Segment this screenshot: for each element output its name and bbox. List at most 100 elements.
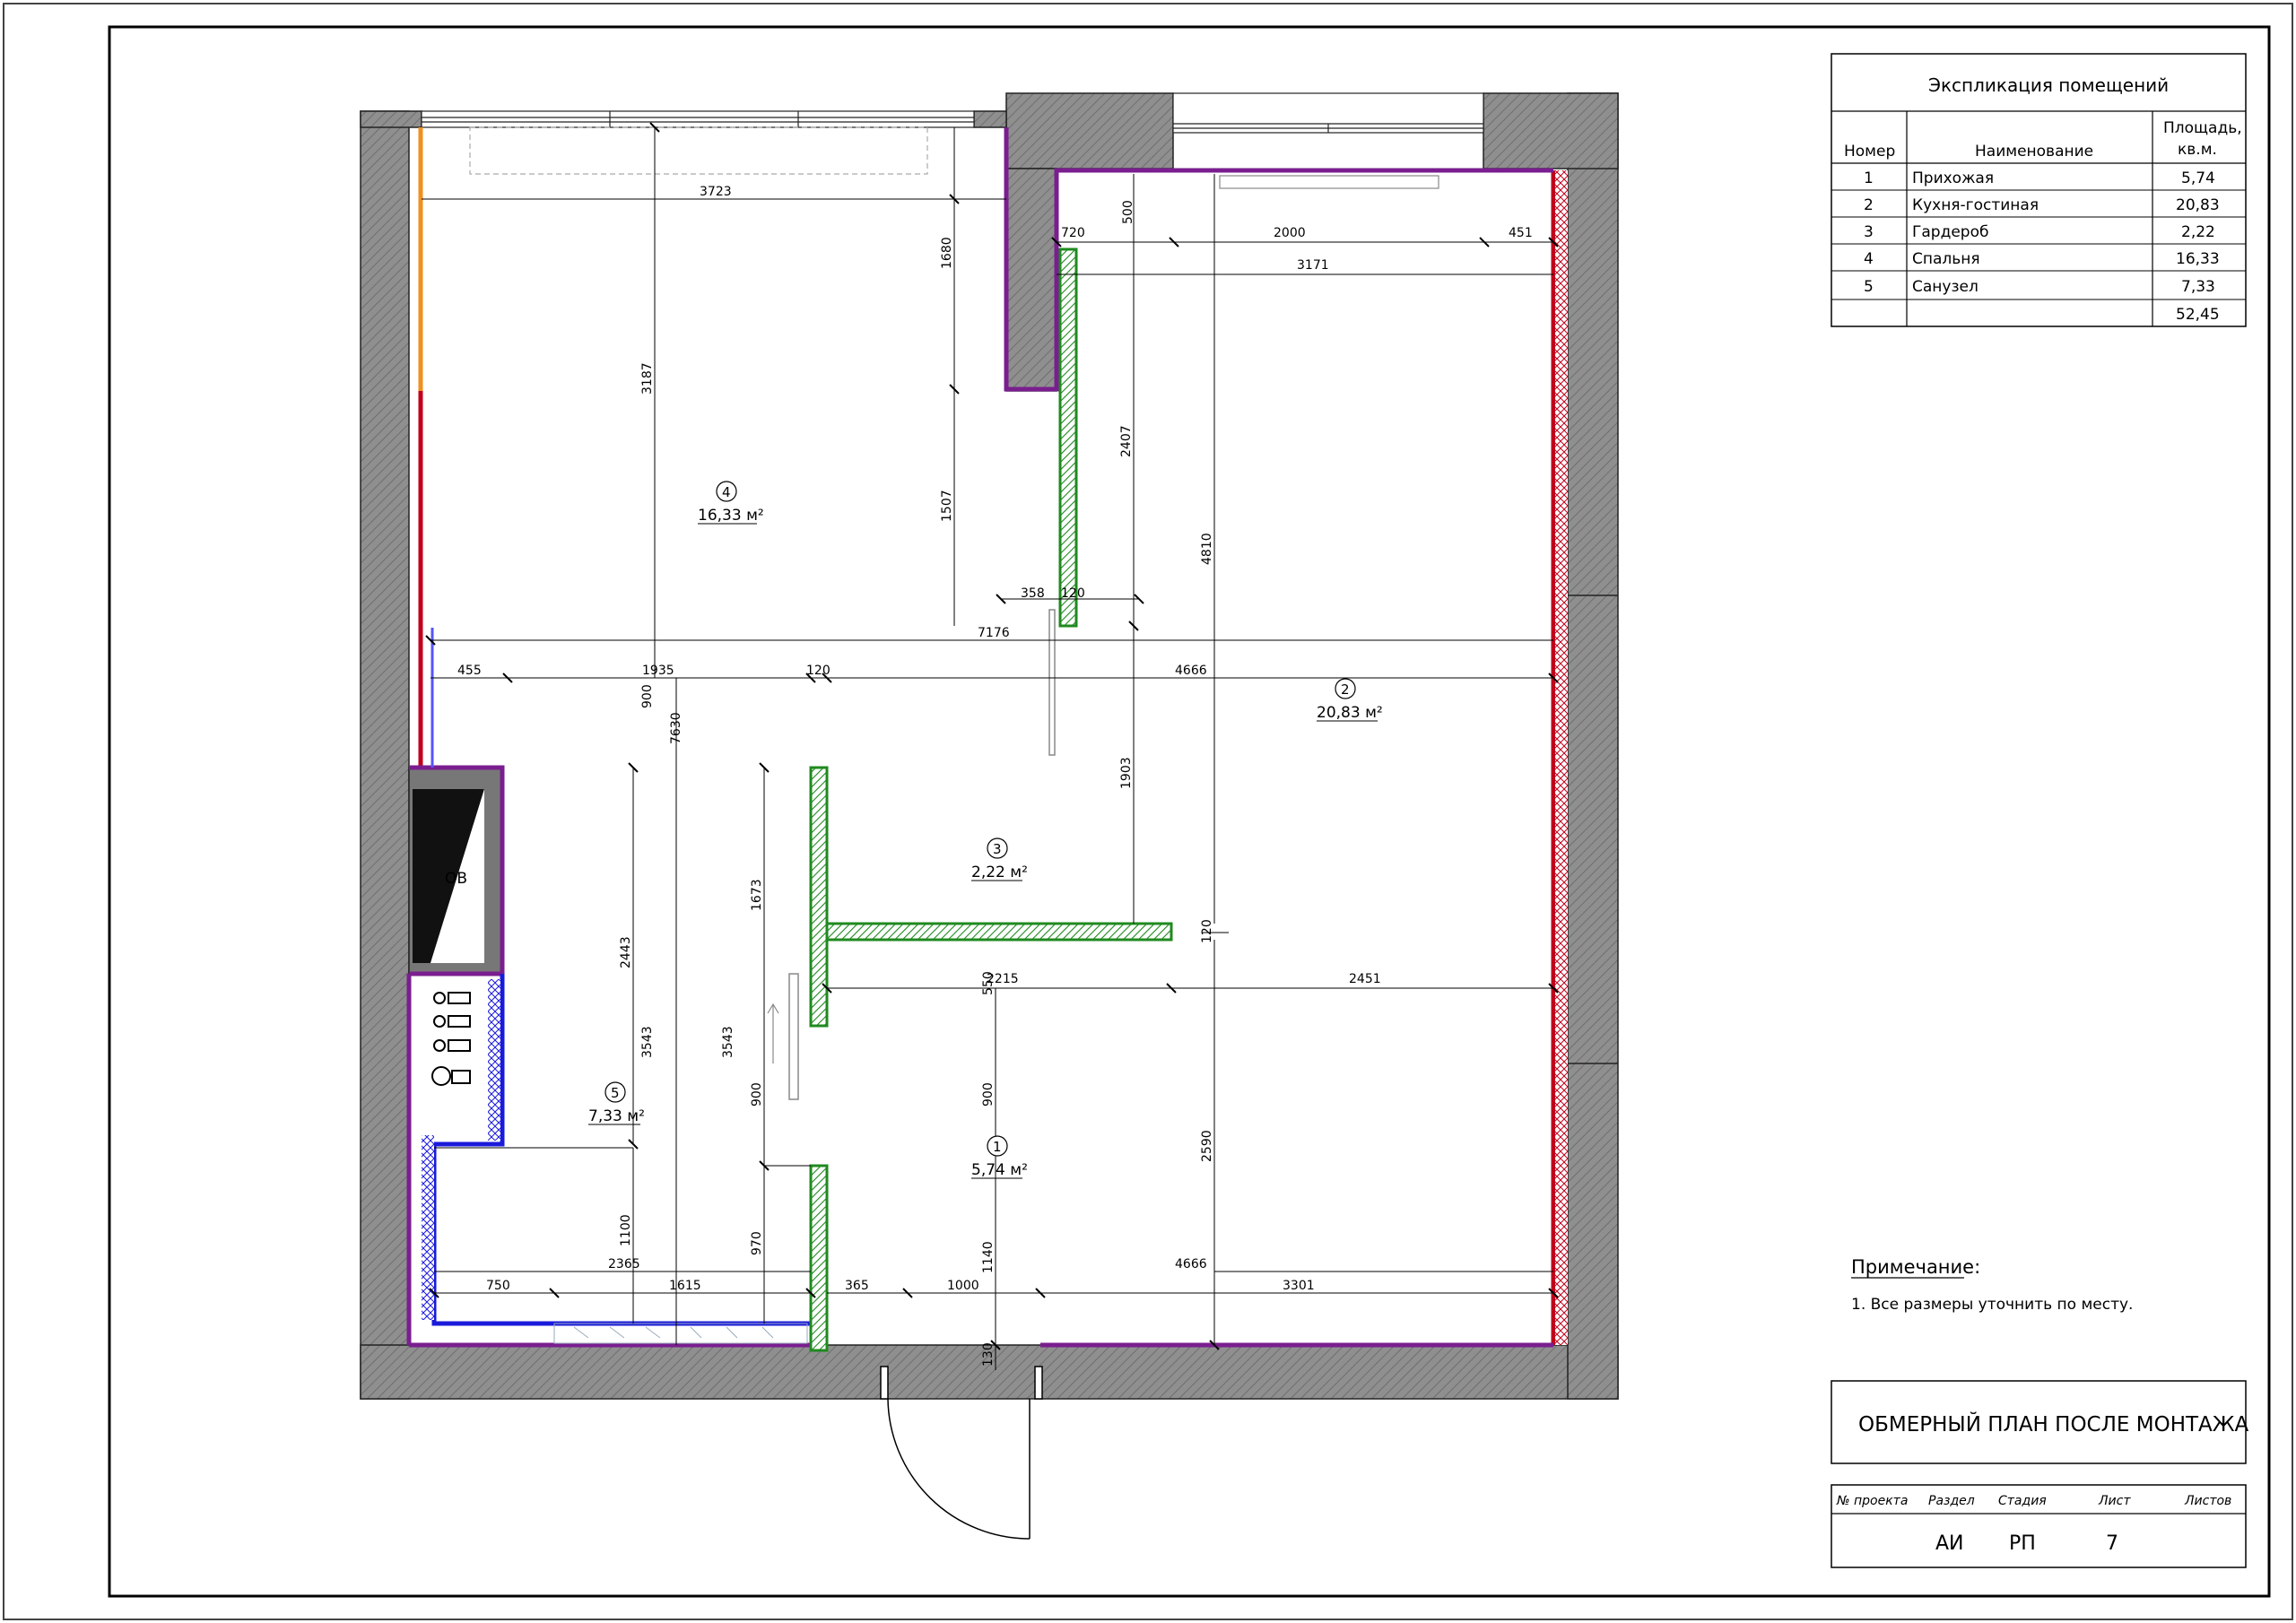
dim-2215: 2215 [987,972,1019,986]
room-4-number: 4 [722,484,731,500]
blue-tile-strip [488,979,500,1141]
drawing-title: ОБМЕРНЫЙ ПЛАН ПОСЛЕ МОНТАЖА [1858,1411,2249,1436]
note-block: Примечание: 1. Все размеры уточнить по м… [1851,1256,2133,1314]
room-marker-3: 3 2,22 м² [971,838,1028,881]
dim-1140: 1140 [981,1241,996,1273]
dim-4810: 4810 [1200,533,1214,565]
dim-7630: 7630 [669,712,683,744]
row-1-number: 1 [1864,169,1874,187]
dim-120-mid: 120 [806,664,831,678]
floor-plan-sheet: ОВ 3723 720 2000 451 3171 500 1680 3187 … [3,3,2293,1620]
row-4-number: 4 [1864,250,1874,268]
row-2-number: 2 [1864,196,1874,214]
direction-arrow-icon [767,1002,779,1063]
row-3-name: Гардероб [1912,223,1988,241]
bottom-storage [553,1323,808,1344]
row-5-area: 7,33 [2181,278,2215,296]
dim-358: 358 [1021,586,1045,601]
room-marker-2: 2 20,83 м² [1317,678,1383,722]
dim-750: 750 [486,1279,510,1293]
row-5-number: 5 [1864,278,1874,296]
external-walls [360,92,1619,1400]
header-number: Номер [1844,143,1895,161]
dim-3187: 3187 [640,362,655,395]
stamp-value-sheet: 7 [2106,1532,2118,1555]
room-5-number: 5 [611,1085,620,1101]
dim-455: 455 [457,664,482,678]
dim-365: 365 [845,1279,869,1293]
header-area-line1: Площадь, [2163,119,2242,137]
stamp-value-section: АИ [1935,1532,1964,1555]
dim-3543-b: 3543 [721,1026,735,1058]
row-4-name: Спальня [1912,250,1980,268]
note-title: Примечание: [1851,1256,1980,1278]
room-1-area: 5,74 м² [971,1161,1028,1179]
ventilation-shaft-label: ОВ [445,870,467,888]
dim-1615: 1615 [669,1279,701,1293]
dim-4666-top: 4666 [1175,664,1207,678]
dim-720: 720 [1061,226,1085,240]
row-1-area: 5,74 [2181,169,2215,187]
dim-900-mid: 900 [750,1082,764,1107]
room-2-area: 20,83 м² [1317,704,1383,722]
room-marker-4: 4 16,33 м² [698,481,764,525]
dim-451: 451 [1509,226,1533,240]
room-2-number: 2 [1341,681,1350,698]
ventilation-shaft: ОВ [413,789,484,963]
dim-1680: 1680 [940,237,954,269]
partitions [809,247,1173,1352]
header-area-line2: кв.м. [2178,141,2217,159]
red-tile-strip-right [1555,170,1568,1345]
explication-title: Экспликация помещений [1928,74,2169,96]
dim-900-left: 900 [640,684,655,708]
dim-3543-a: 3543 [640,1026,655,1058]
dim-130: 130 [981,1342,996,1367]
row-4-area: 16,33 [2176,250,2220,268]
row-3-number: 3 [1864,223,1874,241]
dim-1100: 1100 [619,1214,633,1246]
dim-2365: 2365 [608,1257,640,1271]
dim-120-right: 120 [1200,919,1214,943]
room-marker-5: 5 7,33 м² [588,1081,645,1125]
dim-2443: 2443 [619,936,633,968]
dim-2000: 2000 [1274,226,1306,240]
dimension-lines [422,127,1553,1370]
dim-7176: 7176 [978,626,1010,640]
room-5-area: 7,33 м² [588,1107,645,1125]
dim-1935: 1935 [642,664,674,678]
dimension-labels: 3723 720 2000 451 3171 500 1680 3187 240… [457,185,1533,1367]
room-1-number: 1 [993,1139,1002,1155]
row-5-name: Санузел [1912,278,1979,296]
dim-1673: 1673 [750,879,764,911]
room-markers: 4 16,33 м² 2 20,83 м² 3 2,22 м² 5 7,33 м… [588,481,1383,1179]
stamp-label-sheet: Лист [2098,1494,2131,1508]
row-2-area: 20,83 [2176,196,2220,214]
row-2-name: Кухня-гостиная [1912,196,2039,214]
dim-2590: 2590 [1200,1130,1214,1162]
explication-table: Экспликация помещений Номер Наименование… [1831,53,2247,327]
dim-4666-bottom: 4666 [1175,1257,1207,1271]
dim-1000: 1000 [947,1279,979,1293]
title-stamp: ОБМЕРНЫЙ ПЛАН ПОСЛЕ МОНТАЖА № проекта Ра… [1831,1380,2249,1568]
stamp-label-stage: Стадия [1998,1494,2047,1508]
dim-2407: 2407 [1119,425,1134,457]
room-marker-1: 1 5,74 м² [971,1135,1028,1179]
dim-500: 500 [1121,200,1135,224]
dim-3723: 3723 [700,185,732,199]
stamp-label-project: № проекта [1836,1494,1908,1508]
stamp-label-section: Раздел [1928,1494,1975,1508]
room-3-area: 2,22 м² [971,864,1028,881]
dim-120-top: 120 [1061,586,1085,601]
stamp-label-sheets: Листов [2184,1494,2231,1508]
dim-3301: 3301 [1283,1279,1315,1293]
row-3-area: 2,22 [2181,223,2215,241]
note-text: 1. Все размеры уточнить по месту. [1851,1296,2133,1314]
dim-900-right: 900 [981,1082,996,1107]
total-area: 52,45 [2176,306,2220,324]
stamp-value-stage: РП [2009,1532,2036,1555]
windows [421,92,1484,189]
room-3-number: 3 [993,841,1002,857]
dim-1507: 1507 [940,490,954,522]
row-1-name: Прихожая [1912,169,1994,187]
dim-3171: 3171 [1297,258,1329,273]
